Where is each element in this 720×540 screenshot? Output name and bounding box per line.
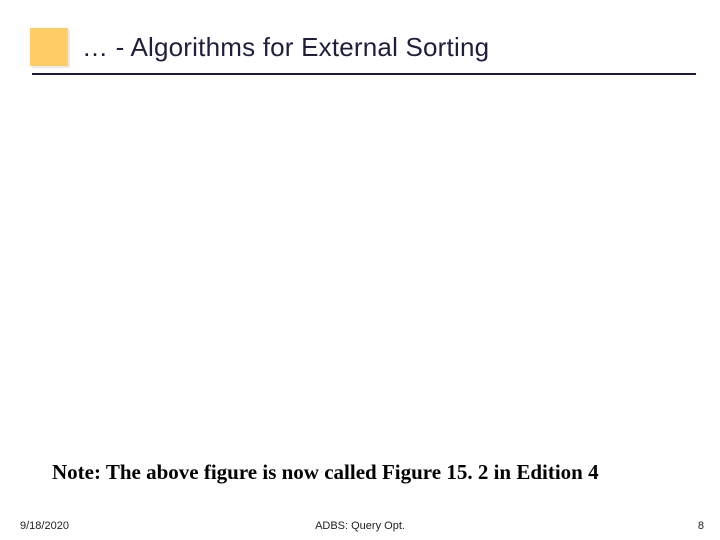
title-bar: … - Algorithms for External Sorting — [0, 28, 720, 74]
title-underline — [32, 73, 696, 75]
note-text: Note: The above figure is now called Fig… — [52, 460, 696, 485]
slide-title: … - Algorithms for External Sorting — [82, 32, 489, 63]
footer-page-number: 8 — [698, 520, 704, 532]
footer-center: ADBS: Query Opt. — [0, 520, 720, 532]
slide: … - Algorithms for External Sorting Note… — [0, 0, 720, 540]
footer: 9/18/2020 ADBS: Query Opt. 8 — [0, 512, 720, 532]
title-bullet-square — [30, 28, 68, 66]
